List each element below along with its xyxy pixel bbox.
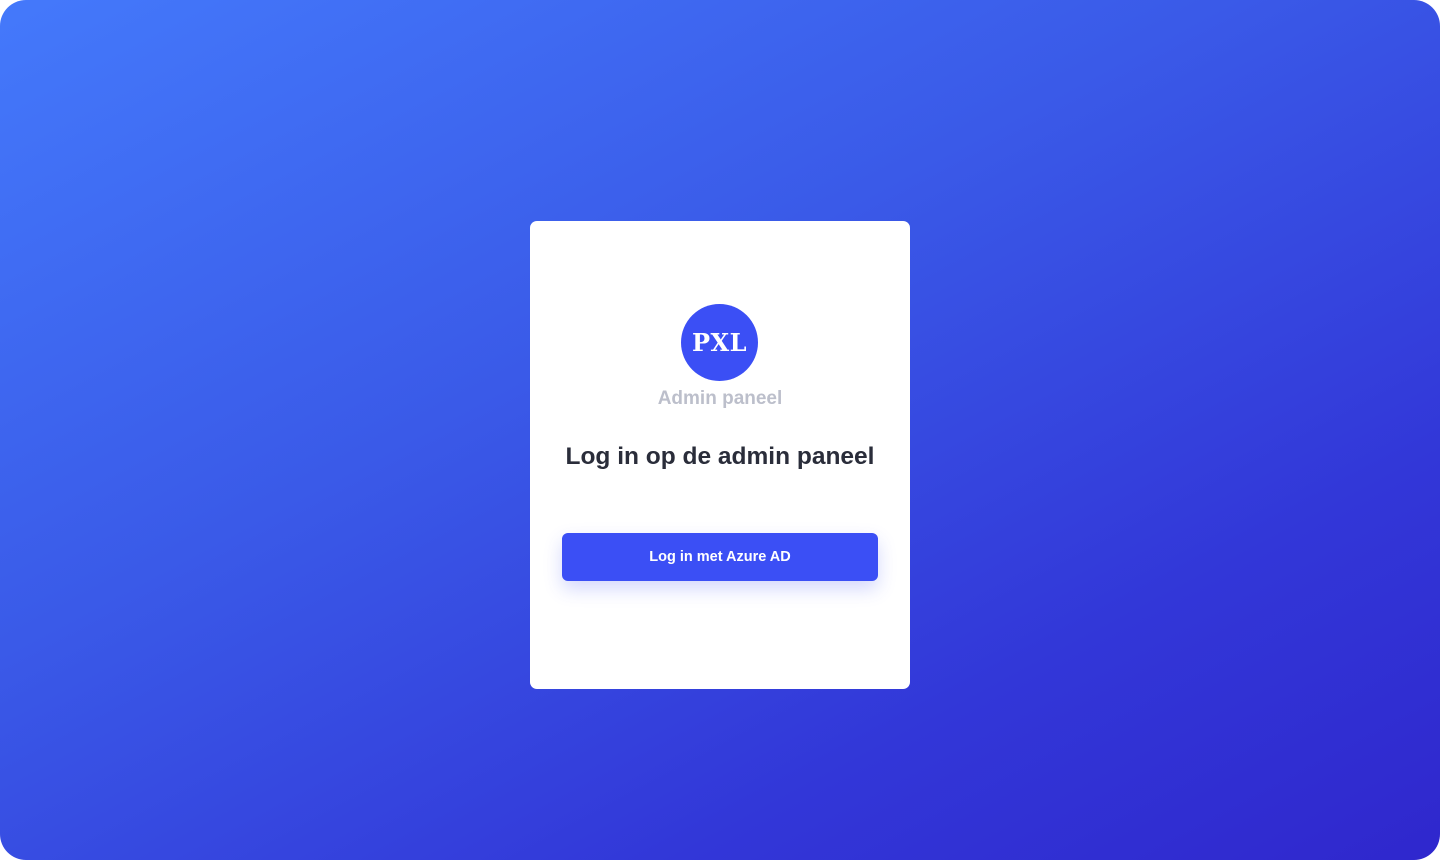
login-heading: Log in op de admin paneel (565, 443, 875, 470)
login-card: PXL Admin paneel Log in op de admin pane… (530, 221, 910, 689)
app-subtitle: Admin paneel (657, 388, 783, 409)
pxl-logo: PXL (681, 304, 758, 381)
logo-text: PXL (691, 328, 748, 357)
login-page-background: PXL Admin paneel Log in op de admin pane… (0, 0, 1440, 860)
azure-ad-login-button[interactable]: Log in met Azure AD (562, 533, 878, 581)
login-button-label: Log in met Azure AD (649, 549, 791, 565)
